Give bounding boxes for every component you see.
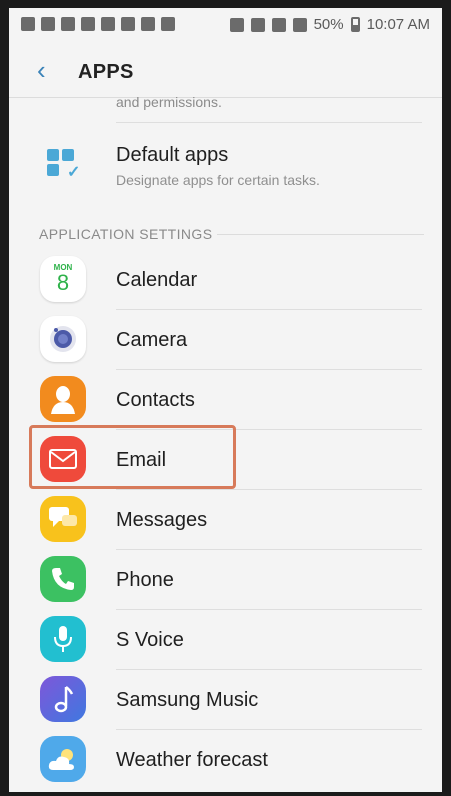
file-icon: [141, 17, 155, 31]
list-item-messages[interactable]: Messages: [9, 490, 442, 550]
app-bar: ‹ APPS: [9, 44, 442, 100]
mute-icon: [250, 17, 265, 32]
app-label: S Voice: [116, 629, 184, 651]
list-item-samsung-music[interactable]: Samsung Music: [9, 670, 442, 730]
list-item-camera[interactable]: Camera: [9, 310, 442, 370]
gmail-icon: [21, 17, 35, 31]
list-item-contacts[interactable]: Contacts: [9, 370, 442, 430]
messages-icon: [40, 496, 86, 542]
email-icon: [101, 17, 115, 31]
section-header: APPLICATION SETTINGS: [39, 226, 213, 242]
signal-icon: [292, 17, 307, 32]
app-label: Email: [116, 449, 167, 471]
clock: 10:07 AM: [366, 16, 430, 33]
phone-screen: 50% 10:07 AM ‹ APPS and permissions. ✓ D…: [9, 8, 442, 792]
contacts-icon: [40, 376, 86, 422]
system-indicators: 50% 10:07 AM: [229, 16, 430, 33]
section-divider: [217, 234, 424, 235]
app-label: Calendar: [116, 269, 198, 291]
email-icon: [40, 436, 86, 482]
nfc-icon: [229, 17, 244, 32]
partial-subtitle: and permissions.: [116, 94, 222, 110]
microphone-icon: [40, 616, 86, 662]
send-icon: [161, 17, 175, 31]
list-item-weather-forecast[interactable]: Weather forecast: [9, 730, 442, 790]
app-label: Camera: [116, 329, 188, 351]
app-label: Weather forecast: [116, 749, 268, 771]
app-label: Messages: [116, 509, 208, 531]
battery-percent: 50%: [313, 16, 344, 33]
list-item-email[interactable]: Email: [9, 430, 442, 490]
app-label: Samsung Music: [116, 689, 259, 711]
cloud-icon: [81, 17, 95, 31]
wifi-icon: [271, 17, 286, 32]
battery-icon: [350, 17, 360, 32]
default-apps-item[interactable]: ✓ Default apps Designate apps for certai…: [9, 123, 442, 198]
default-apps-subtitle: Designate apps for certain tasks.: [116, 172, 320, 188]
phone-icon: [40, 556, 86, 602]
list-item-s-voice[interactable]: S Voice: [9, 610, 442, 670]
back-chevron-icon[interactable]: ‹: [37, 57, 46, 83]
page-title: APPS: [78, 61, 134, 83]
list-item-phone[interactable]: Phone: [9, 550, 442, 610]
gmail-icon: [41, 17, 55, 31]
calendar-icon: MON 8: [40, 256, 86, 302]
camera-icon: [40, 316, 86, 362]
status-bar: 50% 10:07 AM: [9, 8, 442, 44]
default-apps-title: Default apps: [116, 144, 229, 166]
pinwheel-icon: [121, 17, 135, 31]
calendar-day: 8: [56, 270, 70, 295]
app-label: Phone: [116, 569, 174, 591]
notification-icons: [21, 17, 175, 31]
music-note-icon: [40, 676, 86, 722]
app-label: Contacts: [116, 389, 195, 411]
image-icon: [61, 17, 75, 31]
default-apps-icon: ✓: [47, 149, 81, 181]
header-divider: [9, 97, 442, 98]
list-item-calendar[interactable]: MON 8 Calendar: [9, 250, 442, 310]
weather-icon: [40, 736, 86, 782]
